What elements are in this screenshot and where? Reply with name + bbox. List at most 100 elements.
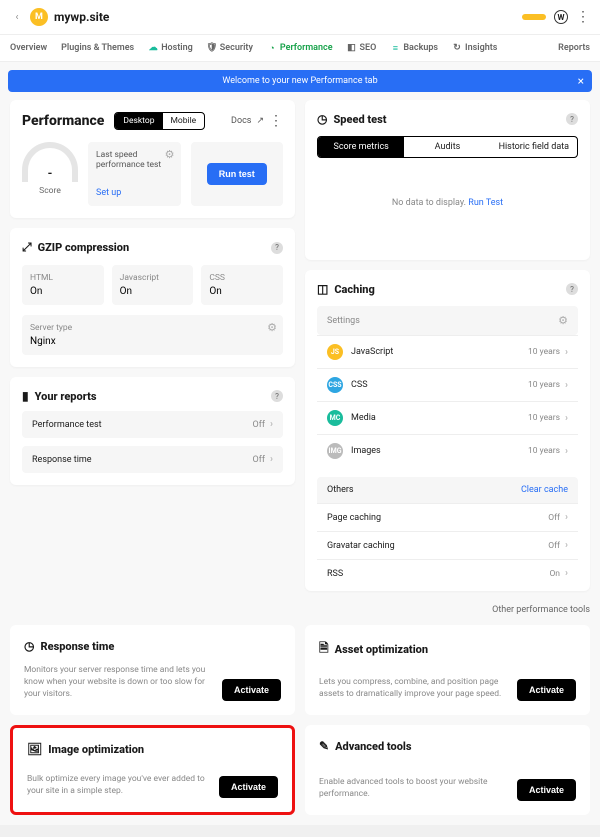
reports-card: ▮Your reports ? Performance testOff› Res… bbox=[10, 377, 295, 485]
help-icon[interactable]: ? bbox=[566, 283, 578, 295]
cache-rss[interactable]: RSSOn› bbox=[317, 559, 578, 587]
gear-icon[interactable]: ⚙ bbox=[558, 314, 568, 327]
report-response-time[interactable]: Response timeOff› bbox=[22, 446, 283, 473]
site-name: mywp.site bbox=[54, 10, 109, 24]
last-test-label: Last speed performance test bbox=[96, 150, 173, 170]
cache-icon: ◫ bbox=[317, 282, 328, 296]
other-tools-header: Other performance tools bbox=[0, 601, 600, 625]
assets-icon: 🗎 bbox=[319, 639, 329, 660]
activate-advanced-tools[interactable]: Activate bbox=[517, 779, 576, 801]
gzip-js: JavascriptOn bbox=[112, 265, 194, 305]
setup-link[interactable]: Set up bbox=[96, 188, 173, 198]
js-icon: JS bbox=[327, 344, 343, 360]
main-nav: Overview Plugins & Themes ☁Hosting 🛡Secu… bbox=[0, 35, 600, 62]
status-pill bbox=[522, 14, 546, 20]
chevron-right-icon: › bbox=[565, 540, 568, 551]
nav-overview[interactable]: Overview bbox=[10, 43, 47, 53]
tab-audits[interactable]: Audits bbox=[404, 137, 490, 157]
run-test-link[interactable]: Run Test bbox=[468, 198, 503, 208]
others-label: Others bbox=[327, 485, 354, 495]
compress-icon: ⤢ bbox=[22, 240, 32, 255]
seo-icon: ◧ bbox=[347, 43, 357, 53]
tool-asset-optimization: 🗎Asset optimization Lets you compress, c… bbox=[305, 625, 590, 715]
activate-asset-optimization[interactable]: Activate bbox=[517, 679, 576, 701]
clock-icon: ◷ bbox=[24, 639, 34, 653]
tab-historic[interactable]: Historic field data bbox=[491, 137, 577, 157]
close-icon[interactable]: × bbox=[578, 74, 584, 88]
cache-images[interactable]: IMGImages10 years› bbox=[317, 434, 578, 467]
run-test-button[interactable]: Run test bbox=[207, 163, 267, 185]
toggle-mobile[interactable]: Mobile bbox=[163, 113, 205, 129]
nav-performance[interactable]: ◔Performance bbox=[267, 43, 333, 53]
nav-insights[interactable]: ↻Insights bbox=[452, 43, 497, 53]
nav-hosting[interactable]: ☁Hosting bbox=[148, 43, 193, 53]
activate-image-optimization[interactable]: Activate bbox=[219, 776, 278, 798]
tool-response-time: ◷Response time Monitors your server resp… bbox=[10, 625, 295, 715]
performance-title: Performance bbox=[22, 113, 104, 129]
perf-more-icon[interactable]: ⋮ bbox=[269, 113, 283, 129]
score-gauge: - bbox=[22, 142, 78, 182]
nav-plugins-themes[interactable]: Plugins & Themes bbox=[61, 43, 134, 53]
gear-icon[interactable]: ⚙ bbox=[165, 148, 175, 161]
toggle-desktop[interactable]: Desktop bbox=[115, 113, 162, 129]
docs-link[interactable]: Docs bbox=[231, 116, 251, 126]
clear-cache-link[interactable]: Clear cache bbox=[521, 485, 568, 495]
nav-security[interactable]: 🛡Security bbox=[207, 43, 253, 53]
performance-card: Performance Desktop Mobile Docs ↗ ⋮ - Sc… bbox=[10, 100, 295, 218]
backups-icon: ≡ bbox=[390, 43, 400, 53]
tool-advanced-tools: ✎Advanced tools Enable advanced tools to… bbox=[305, 725, 590, 815]
cache-css[interactable]: CSSCSS10 years› bbox=[317, 368, 578, 401]
cache-gravatar[interactable]: Gravatar cachingOff› bbox=[317, 531, 578, 559]
chevron-right-icon: › bbox=[565, 446, 568, 457]
caching-title: ◫Caching bbox=[317, 282, 375, 296]
chevron-right-icon: › bbox=[565, 568, 568, 579]
wordpress-icon[interactable]: W bbox=[554, 10, 568, 24]
shield-icon: 🛡 bbox=[207, 43, 217, 53]
media-icon: MC bbox=[327, 410, 343, 426]
cache-page-caching[interactable]: Page cachingOff› bbox=[317, 503, 578, 531]
help-icon[interactable]: ? bbox=[271, 390, 283, 402]
more-menu-icon[interactable]: ⋮ bbox=[576, 9, 590, 25]
score-label: Score bbox=[22, 186, 78, 196]
css-icon: CSS bbox=[327, 377, 343, 393]
nav-backups[interactable]: ≡Backups bbox=[390, 43, 438, 53]
help-icon[interactable]: ? bbox=[271, 242, 283, 254]
external-icon[interactable]: ↗ bbox=[256, 116, 264, 126]
activate-response-time[interactable]: Activate bbox=[222, 679, 281, 701]
welcome-banner: Welcome to your new Performance tab × bbox=[8, 70, 592, 92]
tool-image-optimization: 🖼Image optimization Bulk optimize every … bbox=[10, 725, 295, 815]
nav-seo[interactable]: ◧SEO bbox=[347, 43, 377, 53]
caching-card: ◫Caching ? Settings ⚙ JSJavaScript10 yea… bbox=[305, 270, 590, 591]
cache-media[interactable]: MCMedia10 years› bbox=[317, 401, 578, 434]
gzip-html: HTMLOn bbox=[22, 265, 104, 305]
wand-icon: ✎ bbox=[319, 739, 329, 753]
chevron-right-icon: › bbox=[565, 413, 568, 424]
reports-title: ▮Your reports bbox=[22, 389, 96, 403]
gzip-title: ⤢GZIP compression bbox=[22, 240, 129, 255]
gzip-server: ⚙ Server typeNginx bbox=[22, 315, 283, 355]
device-toggle: Desktop Mobile bbox=[114, 112, 205, 130]
image-icon: 🖼 bbox=[27, 742, 42, 756]
cloud-icon: ☁ bbox=[148, 43, 158, 53]
chevron-right-icon: › bbox=[565, 512, 568, 523]
chevron-right-icon: › bbox=[565, 347, 568, 358]
gzip-css: CSSOn bbox=[201, 265, 283, 305]
report-performance-test[interactable]: Performance testOff› bbox=[22, 411, 283, 438]
nav-reports[interactable]: Reports bbox=[558, 43, 590, 53]
cache-settings-label: Settings bbox=[327, 316, 360, 326]
gear-icon[interactable]: ⚙ bbox=[267, 321, 277, 334]
speed-empty-state: No data to display. Run Test bbox=[317, 158, 578, 248]
cache-javascript[interactable]: JSJavaScript10 years› bbox=[317, 335, 578, 368]
back-button[interactable]: ‹ bbox=[10, 10, 24, 24]
insights-icon: ↻ bbox=[452, 43, 462, 53]
speed-title: ◷Speed test bbox=[317, 112, 387, 126]
banner-text: Welcome to your new Performance tab bbox=[222, 76, 377, 86]
img-icon: IMG bbox=[327, 443, 343, 459]
chevron-right-icon: › bbox=[270, 419, 273, 430]
tab-score-metrics[interactable]: Score metrics bbox=[318, 137, 404, 157]
gauge-icon: ◔ bbox=[267, 43, 277, 53]
gzip-card: ⤢GZIP compression ? HTMLOn JavascriptOn … bbox=[10, 228, 295, 367]
help-icon[interactable]: ? bbox=[566, 113, 578, 125]
site-badge: M bbox=[30, 8, 48, 26]
speed-test-card: ◷Speed test ? Score metrics Audits Histo… bbox=[305, 100, 590, 260]
